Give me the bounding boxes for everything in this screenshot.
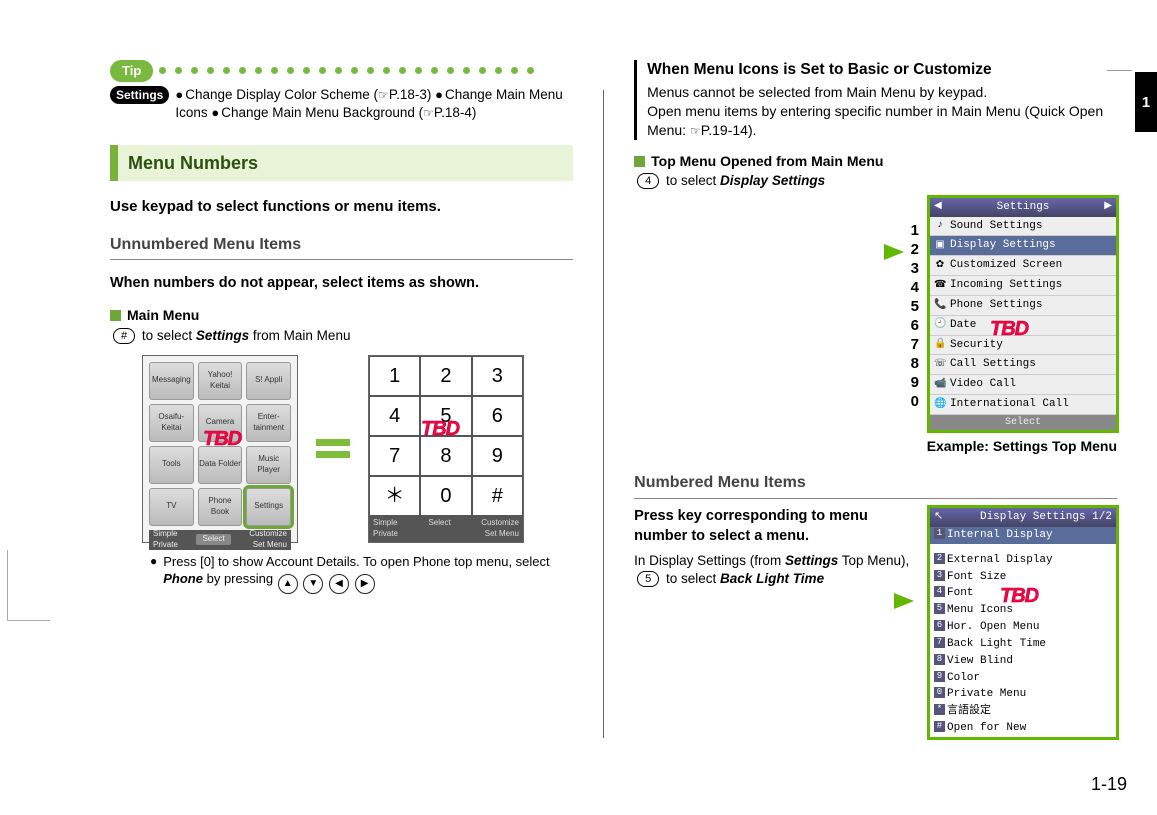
chapter-tab: 1 bbox=[1135, 72, 1157, 132]
tip-dots bbox=[159, 67, 573, 74]
lead-text-2: When numbers do not appear, select items… bbox=[110, 274, 573, 294]
crop-mark-left bbox=[7, 550, 50, 621]
app-icon: Osaifu-Keitai bbox=[149, 404, 194, 442]
screenshot-keypad: 1 2 3 4 5 6 7 8 9 ＊ 0 # SimplePriv bbox=[368, 355, 524, 543]
screenshot-display-settings: ↖Display Settings 1/2 1Internal Display … bbox=[929, 507, 1117, 738]
note-body: Menus cannot be selected from Main Menu … bbox=[647, 83, 1117, 140]
key-5-icon: 5 bbox=[637, 571, 659, 587]
note-title: When Menu Icons is Set to Basic or Custo… bbox=[647, 60, 1117, 81]
main-menu-instruction: # to select Settings from Main Menu bbox=[110, 327, 573, 345]
keypad-key: # bbox=[472, 476, 523, 516]
app-icon: TV bbox=[149, 488, 194, 526]
app-icon-settings: Settings bbox=[246, 488, 291, 526]
footnote: ● Press [0] to show Account Details. To … bbox=[150, 553, 573, 594]
figure-caption: Example: Settings Top Menu bbox=[634, 437, 1117, 456]
app-icon: Data Folder bbox=[198, 446, 243, 484]
sub-header-numbered: Numbered Menu Items bbox=[634, 472, 1117, 499]
keypad-key: 1 bbox=[369, 356, 420, 396]
app-icon: Phone Book bbox=[198, 488, 243, 526]
key-4-icon: 4 bbox=[637, 173, 659, 189]
dpad-right-icon: ▶ bbox=[355, 574, 375, 594]
app-icon: Enter-tainment bbox=[246, 404, 291, 442]
numbered-lead: Press key corresponding to menu number t… bbox=[634, 507, 917, 546]
dpad-down-icon: ▼ bbox=[303, 574, 323, 594]
tip-text: ●Change Display Color Scheme (☞P.18-3) ●… bbox=[175, 86, 573, 124]
app-icon: Messaging bbox=[149, 362, 194, 400]
top-menu-heading: Top Menu Opened from Main Menu bbox=[634, 152, 1117, 171]
keypad-key: 3 bbox=[472, 356, 523, 396]
sub-header-unnumbered: Unnumbered Menu Items bbox=[110, 234, 573, 261]
numbered-body: In Display Settings (from Settings Top M… bbox=[634, 552, 917, 588]
tip-badge: Tip bbox=[110, 60, 153, 82]
app-icon: S! Appli bbox=[246, 362, 291, 400]
index-numbers: 1234567890 bbox=[905, 221, 919, 432]
keypad-key: 9 bbox=[472, 436, 523, 476]
arrow-indicator-icon bbox=[894, 593, 914, 609]
lead-text: Use keypad to select functions or menu i… bbox=[110, 197, 573, 217]
screenshot-main-menu: Messaging Yahoo! Keitai S! Appli Osaifu-… bbox=[142, 355, 298, 543]
app-icon: Camera bbox=[198, 404, 243, 442]
screenshot-settings-menu: ◀Settings▶ ♪Sound Settings ▣Display Sett… bbox=[929, 197, 1117, 432]
section-header-menu-numbers: Menu Numbers bbox=[110, 145, 573, 181]
app-icon: Music Player bbox=[246, 446, 291, 484]
dpad-left-icon: ◀ bbox=[329, 574, 349, 594]
keypad-key: 0 bbox=[420, 476, 471, 516]
keypad-key: 6 bbox=[472, 396, 523, 436]
softkey-bar: SimplePrivate Select CustomizeSet Menu bbox=[149, 530, 291, 550]
hash-key-icon: # bbox=[113, 328, 135, 344]
app-icon: Yahoo! Keitai bbox=[198, 362, 243, 400]
main-menu-heading: Main Menu bbox=[110, 306, 573, 325]
keypad-key: 2 bbox=[420, 356, 471, 396]
keypad-key: 5 bbox=[420, 396, 471, 436]
top-menu-instruction: 4 to select Display Settings bbox=[634, 172, 1117, 190]
arrow-indicator-icon bbox=[884, 244, 904, 260]
keypad-key: ＊ bbox=[369, 476, 420, 516]
keypad-key: 4 bbox=[369, 396, 420, 436]
keypad-key: 8 bbox=[420, 436, 471, 476]
settings-badge: Settings bbox=[110, 86, 169, 105]
dpad-up-icon: ▲ bbox=[278, 574, 298, 594]
app-icon: Tools bbox=[149, 446, 194, 484]
page-number: 1-19 bbox=[1091, 774, 1127, 795]
keypad-key: 7 bbox=[369, 436, 420, 476]
equals-icon bbox=[316, 439, 350, 458]
column-divider bbox=[603, 90, 604, 738]
